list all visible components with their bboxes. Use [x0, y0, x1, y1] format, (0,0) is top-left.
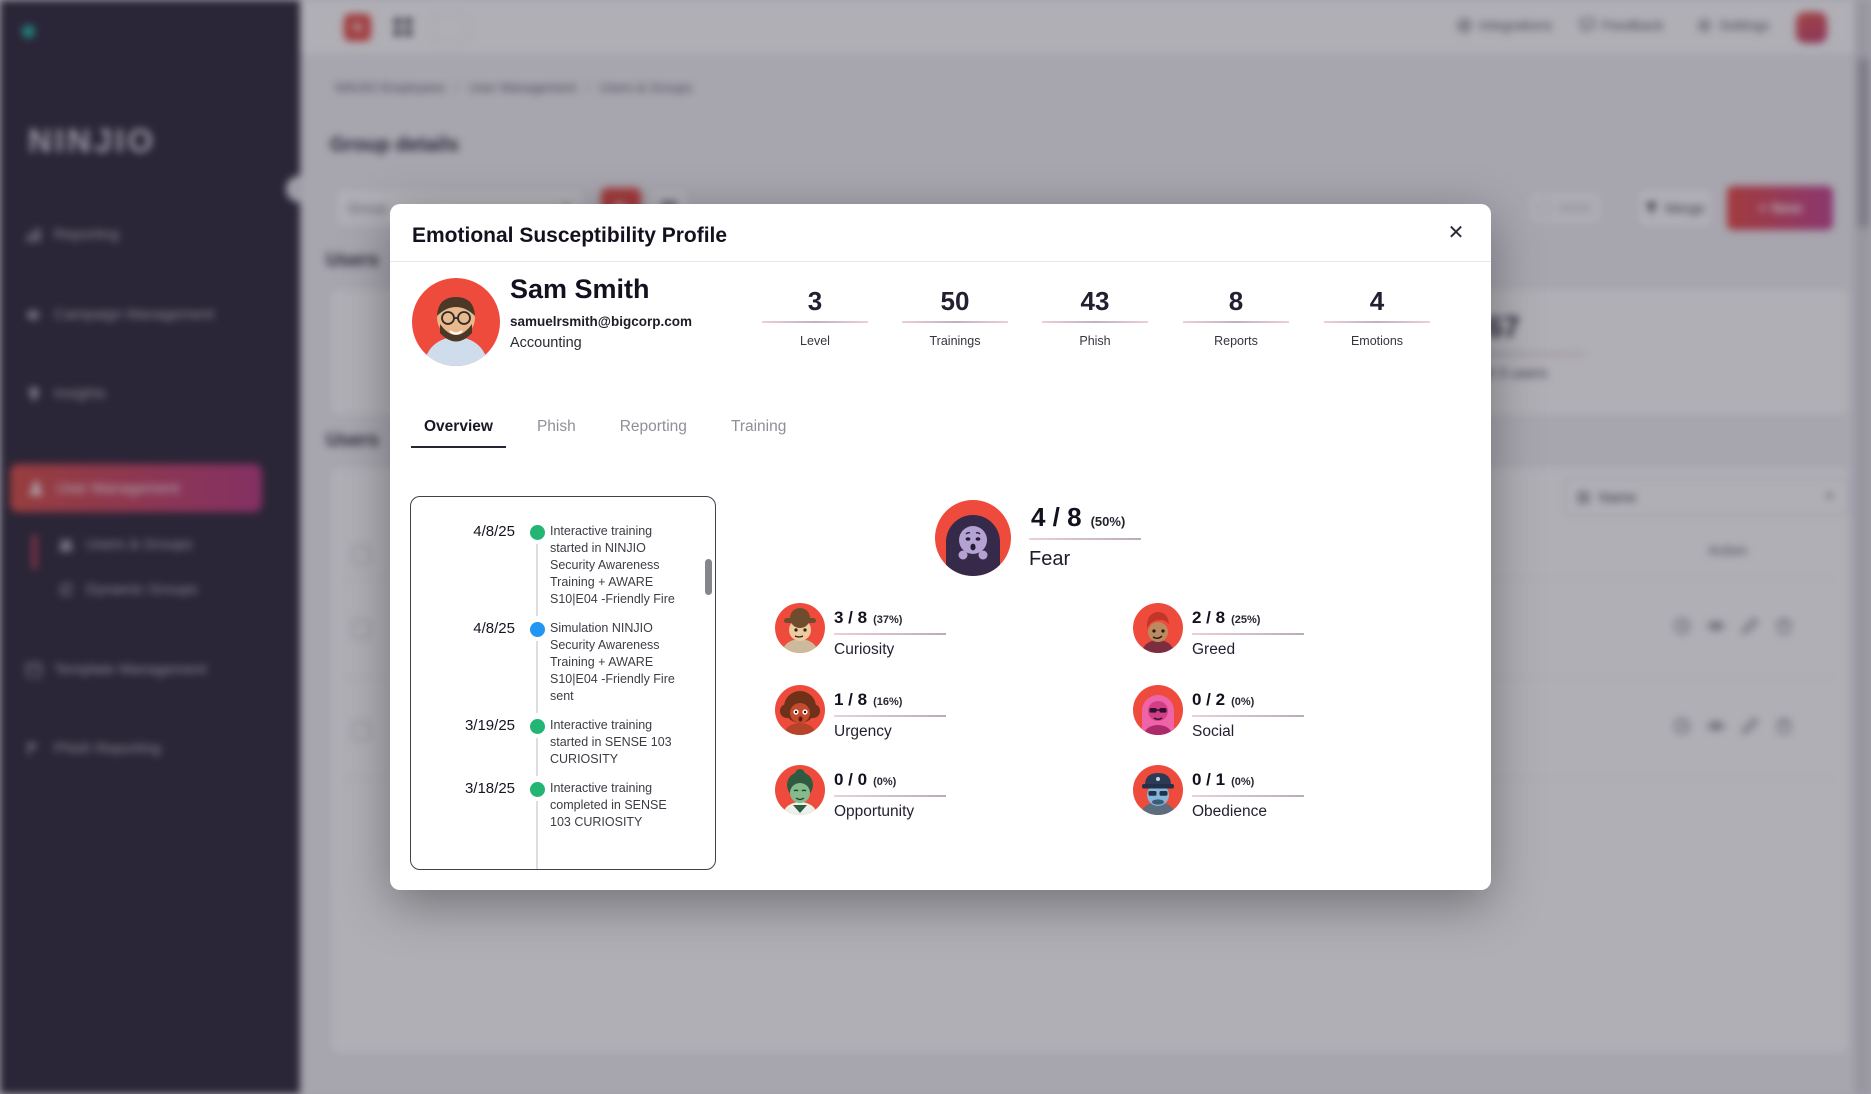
- stat-label: Emotions: [1350, 334, 1404, 348]
- emotion-score: 0 / 2: [1192, 690, 1226, 709]
- opportunity-avatar: [775, 765, 825, 815]
- emotion-obedience: 0 / 1 (0%) Obedience: [1133, 765, 1304, 821]
- emotion-label: Opportunity: [834, 802, 915, 820]
- stat-underline: [1042, 321, 1148, 323]
- emotion-score: 0 / 0: [834, 770, 868, 789]
- emotion-underline: [834, 795, 946, 797]
- emotion-opportunity: 0 / 0 (0%) Opportunity: [775, 765, 946, 821]
- stat-value: 3: [807, 286, 823, 316]
- emotion-greed: 2 / 8 (25%) Greed: [1133, 603, 1304, 659]
- emotion-label: Greed: [1192, 640, 1236, 658]
- timeline-date: 3/19/25: [464, 717, 515, 734]
- stat-emotions: 4 Emotions: [1312, 286, 1442, 348]
- fear-avatar: [935, 500, 1011, 576]
- timeline-item: 3/18/25 Interactive training completed i…: [411, 780, 703, 869]
- emotion-underline: [1192, 795, 1304, 797]
- timeline-date: 4/8/25: [473, 620, 515, 637]
- fear-percent: (50%): [1090, 514, 1126, 529]
- timeline-connector: [536, 544, 538, 616]
- tab-training[interactable]: Training: [731, 418, 786, 448]
- timeline-connector: [536, 738, 538, 776]
- fear-score-row: 4 / 8 (50%): [1031, 502, 1125, 533]
- stat-label: Phish: [1079, 334, 1111, 348]
- emotion-score: 0 / 1: [1192, 770, 1226, 789]
- fear-score: 4 / 8: [1031, 502, 1082, 532]
- emotion-curiosity: 3 / 8 (37%) Curiosity: [775, 603, 946, 659]
- timeline-text: Interactive training started in NINJIO S…: [550, 524, 675, 606]
- stat-level: 3 Level: [750, 286, 880, 348]
- timeline-item: 4/8/25 Simulation NINJIO Security Awaren…: [411, 620, 703, 717]
- emotion-underline: [834, 715, 946, 717]
- emotion-percent: (37%): [873, 614, 903, 626]
- fear-underline: [1029, 538, 1141, 540]
- close-icon[interactable]: ✕: [1441, 218, 1471, 248]
- stat-phish: 43 Phish: [1030, 286, 1160, 348]
- fear-label: Fear: [1029, 548, 1071, 570]
- emotion-percent: (0%): [1231, 776, 1255, 788]
- stat-label: Trainings: [929, 334, 981, 348]
- emotion-underline: [1192, 633, 1304, 635]
- obedience-avatar: [1133, 765, 1183, 815]
- timeline-date: 4/8/25: [473, 523, 515, 540]
- stat-trainings: 50 Trainings: [890, 286, 1020, 348]
- urgency-avatar: [775, 685, 825, 735]
- emotion-urgency: 1 / 8 (16%) Urgency: [775, 685, 946, 741]
- curiosity-avatar: [775, 603, 825, 653]
- user-name: Sam Smith: [510, 274, 650, 304]
- emotion-percent: (0%): [873, 776, 897, 788]
- stat-value: 50: [940, 286, 970, 316]
- tab-reporting[interactable]: Reporting: [620, 418, 687, 448]
- user-department: Accounting: [510, 335, 582, 351]
- emotion-score: 1 / 8: [834, 690, 868, 709]
- social-avatar: [1133, 685, 1183, 735]
- emotion-social: 0 / 2 (0%) Social: [1133, 685, 1304, 741]
- blue-dot-icon: [529, 622, 545, 637]
- stat-reports: 8 Reports: [1171, 286, 1301, 348]
- emotion-score: 3 / 8: [834, 608, 868, 627]
- user-email: samuelrsmith@bigcorp.com: [510, 314, 692, 329]
- timeline-scrollbar-thumb[interactable]: [705, 559, 712, 595]
- green-dot-icon: [529, 525, 545, 540]
- emotion-label: Urgency: [834, 722, 892, 740]
- timeline-item: 4/8/25 Interactive training started in N…: [411, 523, 703, 620]
- stat-underline: [902, 321, 1008, 323]
- timeline-connector: [536, 641, 538, 713]
- stat-value: 43: [1080, 286, 1110, 316]
- stat-label: Level: [800, 334, 830, 348]
- timeline-text: Interactive training completed in SENSE …: [550, 781, 667, 829]
- stat-underline: [762, 321, 868, 323]
- stat-value: 8: [1228, 286, 1244, 316]
- stat-label: Reports: [1214, 334, 1258, 348]
- emotion-label: Obedience: [1192, 802, 1267, 820]
- emotion-percent: (25%): [1231, 614, 1261, 626]
- timeline-text: Interactive training started in SENSE 10…: [550, 718, 672, 766]
- green-dot-icon: [529, 719, 545, 734]
- emotion-label: Social: [1192, 722, 1235, 740]
- emotion-percent: (0%): [1231, 696, 1255, 708]
- tab-overview[interactable]: Overview: [411, 418, 506, 448]
- emotional-susceptibility-modal: Emotional Susceptibility Profile ✕ Sam S…: [390, 204, 1491, 890]
- stat-underline: [1183, 321, 1289, 323]
- stat-value: 4: [1369, 286, 1385, 316]
- timeline-text: Simulation NINJIO Security Awareness Tra…: [550, 621, 675, 703]
- greed-avatar: [1133, 603, 1183, 653]
- timeline-date: 3/18/25: [464, 780, 515, 797]
- emotion-score: 2 / 8: [1192, 608, 1226, 627]
- modal-tabs: Overview Phish Reporting Training: [411, 418, 786, 448]
- emotion-underline: [1192, 715, 1304, 717]
- stat-underline: [1324, 321, 1430, 323]
- green-dot-icon: [529, 782, 545, 797]
- emotion-percent: (16%): [873, 696, 903, 708]
- emotion-underline: [834, 633, 946, 635]
- timeline-connector: [536, 801, 538, 869]
- timeline-item: 3/19/25 Interactive training started in …: [411, 717, 703, 780]
- profile-avatar: [412, 278, 500, 366]
- emotion-label: Curiosity: [834, 640, 895, 658]
- modal-header-divider: [390, 261, 1491, 262]
- activity-timeline[interactable]: 4/8/25 Interactive training started in N…: [410, 496, 716, 870]
- tab-phish[interactable]: Phish: [537, 418, 576, 448]
- modal-title: Emotional Susceptibility Profile: [412, 224, 728, 247]
